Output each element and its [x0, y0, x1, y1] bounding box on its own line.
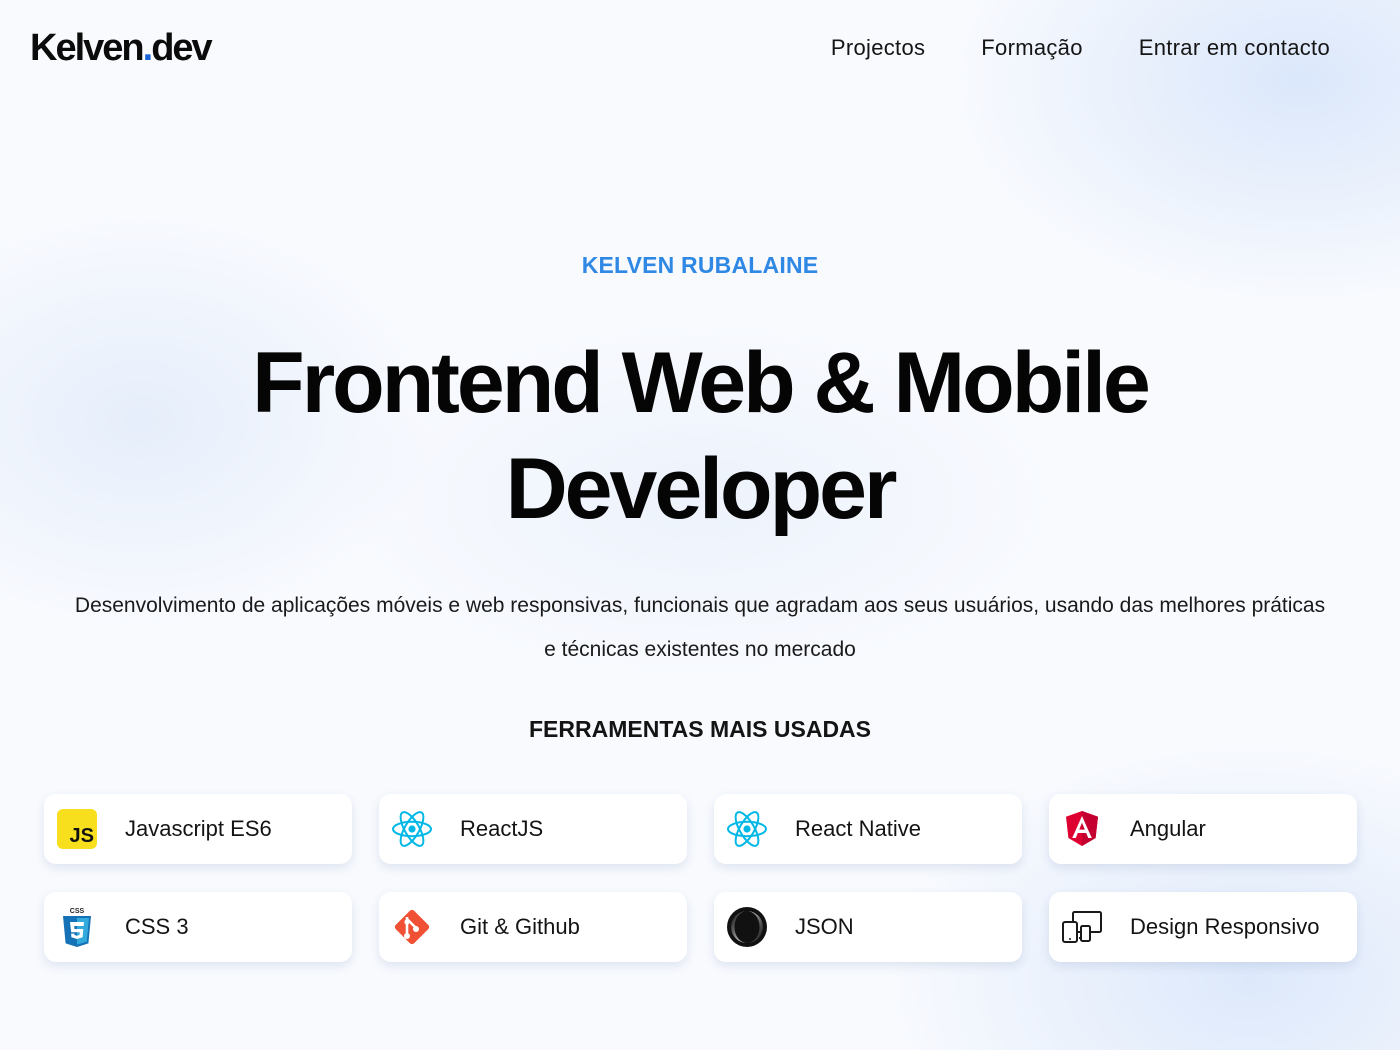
hero-title: Frontend Web & Mobile Developer — [252, 335, 1151, 537]
javascript-icon-text: JS — [69, 825, 94, 847]
tool-label: Javascript ES6 — [125, 816, 272, 841]
tool-card-git: Git & Github — [379, 892, 687, 962]
tool-card-angular: Angular — [1049, 794, 1357, 864]
tool-label: Angular — [1130, 816, 1206, 841]
nav-link-projectos[interactable]: Projectos — [831, 34, 925, 62]
css3-icon: CSS — [56, 906, 98, 948]
react-icon — [391, 808, 433, 850]
nav-link-contacto[interactable]: Entrar em contacto — [1139, 34, 1330, 62]
react-native-icon — [726, 808, 768, 850]
hero-eyebrow: KELVEN RUBALAINE — [581, 252, 819, 278]
tools-heading: FERRAMENTAS MAIS USADAS — [528, 716, 872, 742]
javascript-icon: JS — [56, 808, 98, 850]
tool-label: React Native — [795, 816, 921, 841]
site-header: Kelven.dev Projectos Formação Entrar em … — [0, 0, 1400, 96]
tool-label: CSS 3 — [125, 914, 189, 939]
hero-description: Desenvolvimento de aplicações móveis e w… — [74, 594, 1326, 661]
css3-icon-text: CSS — [70, 908, 85, 915]
git-icon — [391, 906, 433, 948]
logo-dot: . — [142, 27, 153, 69]
logo-suffix: dev — [151, 27, 213, 69]
tool-label: ReactJS — [460, 816, 544, 841]
tool-label: JSON — [795, 914, 854, 939]
tools-grid: JS Javascript ES6 ReactJS React Native A… — [44, 794, 1357, 962]
tool-card-react-native: React Native — [714, 794, 1022, 864]
tool-label: Git & Github — [460, 914, 580, 939]
site-logo[interactable]: Kelven.dev — [30, 26, 213, 70]
json-icon — [726, 906, 768, 948]
tool-card-design-responsivo: Design Responsivo — [1049, 892, 1357, 962]
tool-card-css3: CSS CSS 3 — [44, 892, 352, 962]
responsive-devices-icon — [1061, 906, 1103, 948]
angular-icon — [1061, 808, 1103, 850]
logo-text: Kelven — [30, 27, 145, 69]
tool-card-json: JSON — [714, 892, 1022, 962]
tool-card-javascript: JS Javascript ES6 — [44, 794, 352, 864]
main-nav: Projectos Formação Entrar em contacto — [831, 34, 1330, 62]
tool-label: Design Responsivo — [1130, 914, 1320, 939]
nav-link-formacao[interactable]: Formação — [981, 34, 1082, 62]
tool-card-reactjs: ReactJS — [379, 794, 687, 864]
